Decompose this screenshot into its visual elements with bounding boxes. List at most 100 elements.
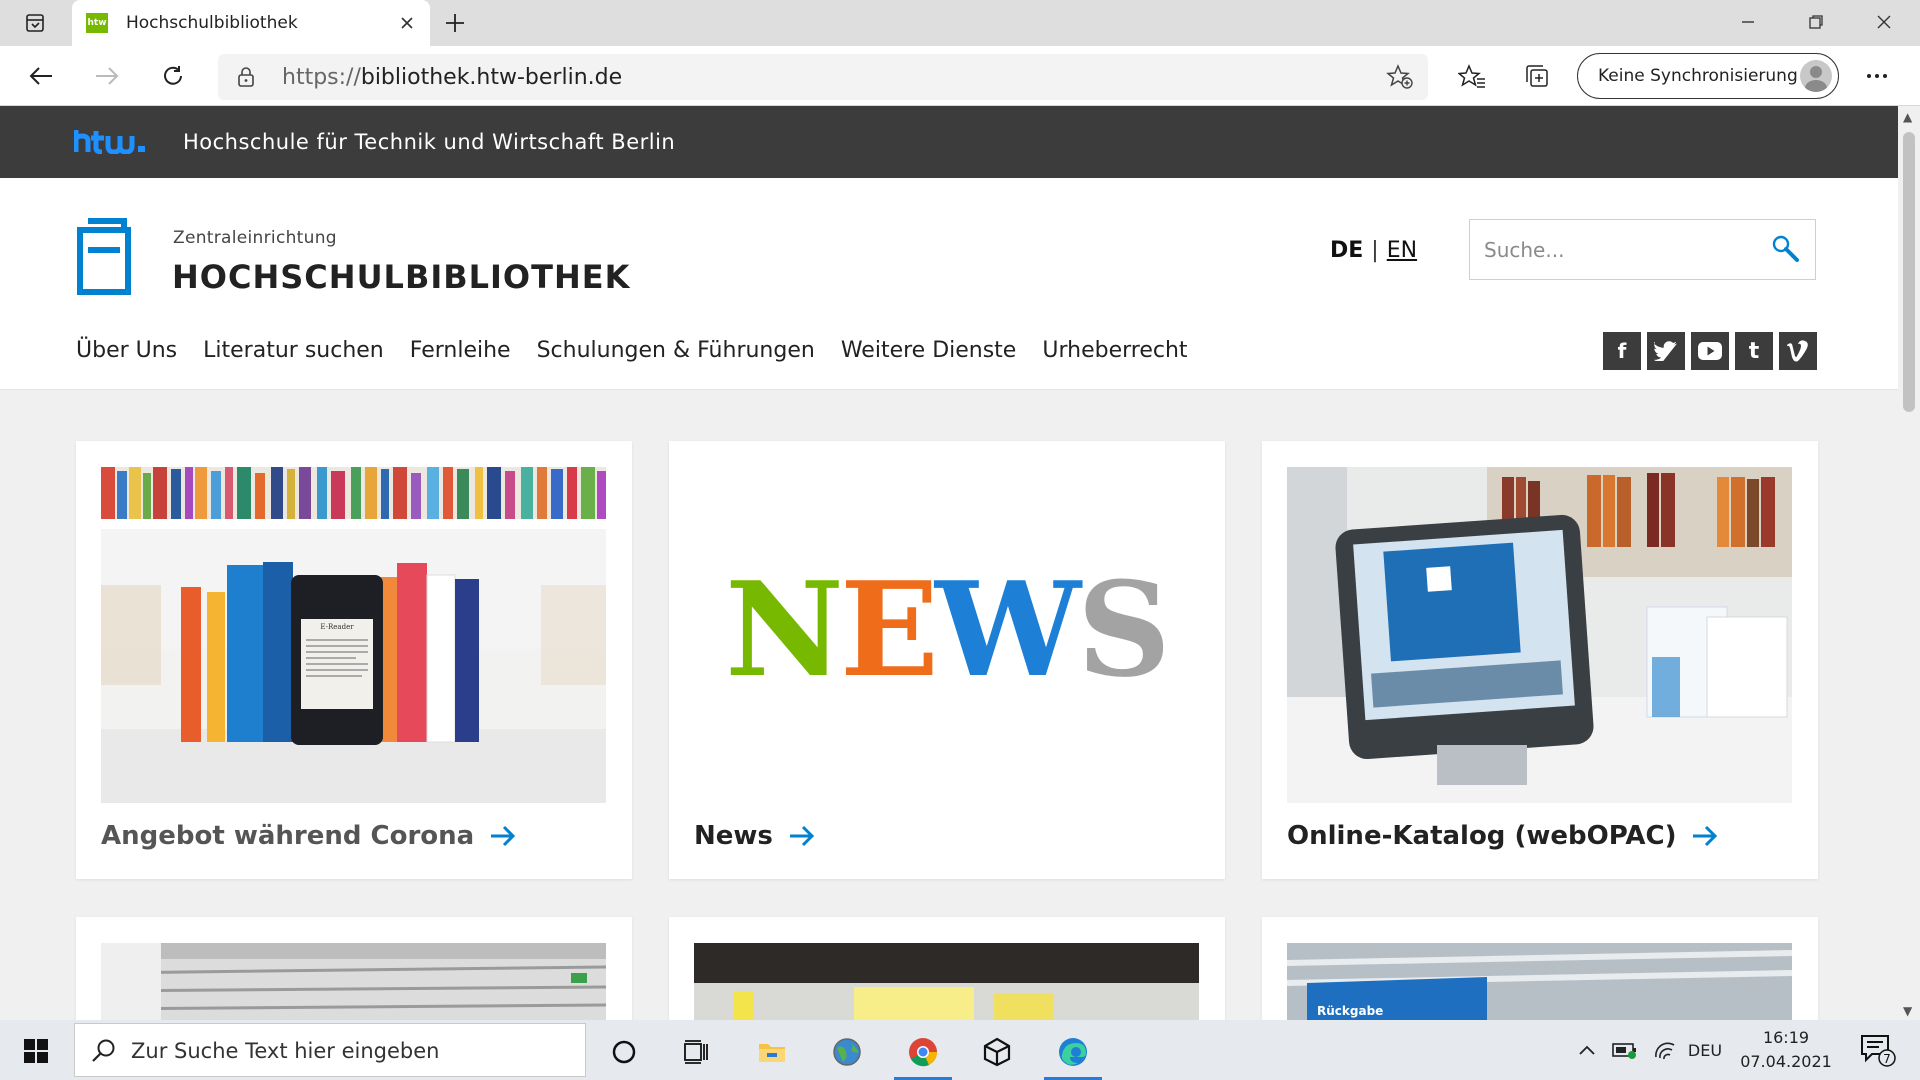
books-ereader-photo: E-Reader: [101, 467, 606, 803]
youtube-icon[interactable]: [1691, 332, 1729, 370]
htw-logo[interactable]: [74, 128, 156, 154]
wifi-icon: [1655, 1042, 1675, 1060]
twitter-icon[interactable]: [1647, 332, 1685, 370]
card-title-text: Angebot während Corona: [101, 821, 475, 851]
more-dots-icon: [1867, 74, 1887, 78]
cortana-circle-icon: [612, 1040, 636, 1064]
battery-icon: [1612, 1043, 1636, 1059]
card-image-shelves[interactable]: [694, 943, 1199, 1020]
file-explorer-button[interactable]: [737, 1024, 807, 1080]
forward-button[interactable]: [88, 58, 126, 94]
card-corona[interactable]: E-Reader Angebot während Corona: [76, 441, 632, 879]
notification-center-button[interactable]: 7: [1858, 1032, 1898, 1072]
edge-button[interactable]: [1038, 1024, 1108, 1080]
tab-title: Hochschulbibliothek: [126, 13, 298, 33]
add-favorite-icon[interactable]: [1386, 64, 1414, 90]
page-scrollbar[interactable]: ▲ ▼: [1898, 106, 1920, 1020]
news-letter-e: E: [840, 553, 935, 706]
news-image-text: NEWS: [725, 553, 1167, 706]
restore-button[interactable]: [1786, 4, 1846, 40]
nav-item-fernleihe[interactable]: Fernleihe: [410, 338, 511, 363]
nav-item-literatur-suchen[interactable]: Literatur suchen: [203, 338, 384, 363]
browser-toolbar: https://bibliothek.htw-berlin.de Keine S…: [0, 46, 1920, 106]
news-letter-s: S: [1077, 553, 1167, 706]
task-view-button[interactable]: [661, 1024, 731, 1080]
scroll-up-arrow-icon[interactable]: ▲: [1903, 110, 1912, 124]
facebook-icon[interactable]: f: [1603, 332, 1641, 370]
news-letter-w: W: [933, 553, 1083, 706]
edge-icon: [1059, 1038, 1087, 1066]
card-row2-1[interactable]: [76, 917, 632, 1020]
new-tab-button[interactable]: [440, 8, 470, 38]
card-image-news[interactable]: NEWS: [694, 467, 1199, 803]
battery-status-button[interactable]: [1608, 1020, 1642, 1080]
window-close-button[interactable]: [1854, 4, 1914, 40]
rueckgabe-sign-text: Rückgabe: [1317, 1004, 1383, 1018]
settings-more-button[interactable]: [1858, 58, 1896, 94]
htw-institution-name[interactable]: Hochschule für Technik und Wirtschaft Be…: [183, 130, 675, 154]
ereader-screen-label: E-Reader: [320, 623, 354, 631]
close-icon: [401, 17, 413, 29]
address-bar[interactable]: https://bibliothek.htw-berlin.de: [218, 54, 1428, 100]
unity-button[interactable]: [962, 1024, 1032, 1080]
card-online-katalog[interactable]: Online-Katalog (webOPAC): [1262, 441, 1818, 879]
restore-icon: [1809, 15, 1823, 29]
cortana-button[interactable]: [589, 1024, 659, 1080]
show-hidden-icons-button[interactable]: [1572, 1020, 1602, 1080]
browser-tab-strip: htw Hochschulbibliothek: [0, 0, 1920, 46]
language-switcher: DE | EN: [1330, 238, 1417, 263]
nav-item-urheberrecht[interactable]: Urheberrecht: [1042, 338, 1187, 363]
search-icon[interactable]: [1771, 234, 1801, 264]
library-book-icon[interactable]: [74, 218, 132, 298]
nav-item-weitere-dienste[interactable]: Weitere Dienste: [841, 338, 1017, 363]
tumblr-icon[interactable]: t: [1735, 332, 1773, 370]
reload-button[interactable]: [154, 58, 192, 94]
back-button[interactable]: [22, 58, 60, 94]
scroll-thumb[interactable]: [1903, 132, 1915, 412]
taskbar-search-box[interactable]: Zur Suche Text hier eingeben: [74, 1023, 586, 1077]
tab-actions-button[interactable]: [18, 10, 52, 36]
sync-profile-button[interactable]: Keine Synchronisierung: [1577, 53, 1839, 99]
lang-de-link[interactable]: DE: [1330, 238, 1363, 263]
scroll-down-arrow-icon[interactable]: ▼: [1903, 1004, 1912, 1018]
card-image-rueckgabe[interactable]: Rückgabe: [1287, 943, 1792, 1020]
card-image-ereader-books[interactable]: E-Reader: [101, 467, 606, 803]
collections-button[interactable]: [1518, 58, 1556, 94]
nav-item-schulungen[interactable]: Schulungen & Führungen: [537, 338, 815, 363]
card-title-katalog[interactable]: Online-Katalog (webOPAC): [1287, 821, 1718, 851]
social-links: f t: [1603, 332, 1817, 370]
card-row2-2[interactable]: [669, 917, 1225, 1020]
site-title[interactable]: HOCHSCHULBIBLIOTHEK: [172, 258, 630, 296]
card-news[interactable]: NEWS News: [669, 441, 1225, 879]
url-text[interactable]: https://bibliothek.htw-berlin.de: [282, 65, 622, 90]
minimize-button[interactable]: [1718, 4, 1778, 40]
browser-tab-active[interactable]: htw Hochschulbibliothek: [72, 0, 430, 46]
globe-app-button[interactable]: [812, 1024, 882, 1080]
main-navigation: Über Uns Literatur suchen Fernleihe Schu…: [76, 338, 1188, 363]
system-clock[interactable]: 16:19 07.04.2021: [1726, 1026, 1846, 1074]
lang-en-link[interactable]: EN: [1387, 238, 1417, 263]
nav-item-ueber-uns[interactable]: Über Uns: [76, 338, 177, 363]
plus-icon: [446, 14, 464, 32]
site-search-input[interactable]: [1484, 236, 1764, 264]
clock-date: 07.04.2021: [1740, 1052, 1832, 1071]
lock-icon[interactable]: [236, 66, 256, 88]
tab-close-button[interactable]: [394, 10, 420, 36]
clock-time: 16:19: [1762, 1028, 1810, 1047]
card-title-news[interactable]: News: [694, 821, 815, 851]
card-title-corona[interactable]: Angebot während Corona: [101, 821, 516, 851]
card-image-catalog-terminal[interactable]: [1287, 467, 1792, 803]
input-language-button[interactable]: DEU: [1682, 1020, 1728, 1080]
chrome-button[interactable]: [888, 1024, 958, 1080]
task-view-icon: [684, 1040, 708, 1064]
shelves-photo: [694, 943, 1199, 1020]
favorites-button[interactable]: [1453, 58, 1491, 94]
taskbar-search-placeholder: Zur Suche Text hier eingeben: [131, 1039, 440, 1063]
network-status-button[interactable]: [1648, 1020, 1682, 1080]
vimeo-icon[interactable]: [1779, 332, 1817, 370]
windows-logo-icon: [24, 1039, 48, 1063]
news-letter-n: N: [725, 553, 840, 706]
card-row2-3[interactable]: Rückgabe: [1262, 917, 1818, 1020]
card-image-library-hall[interactable]: [101, 943, 606, 1020]
start-button[interactable]: [12, 1034, 60, 1068]
